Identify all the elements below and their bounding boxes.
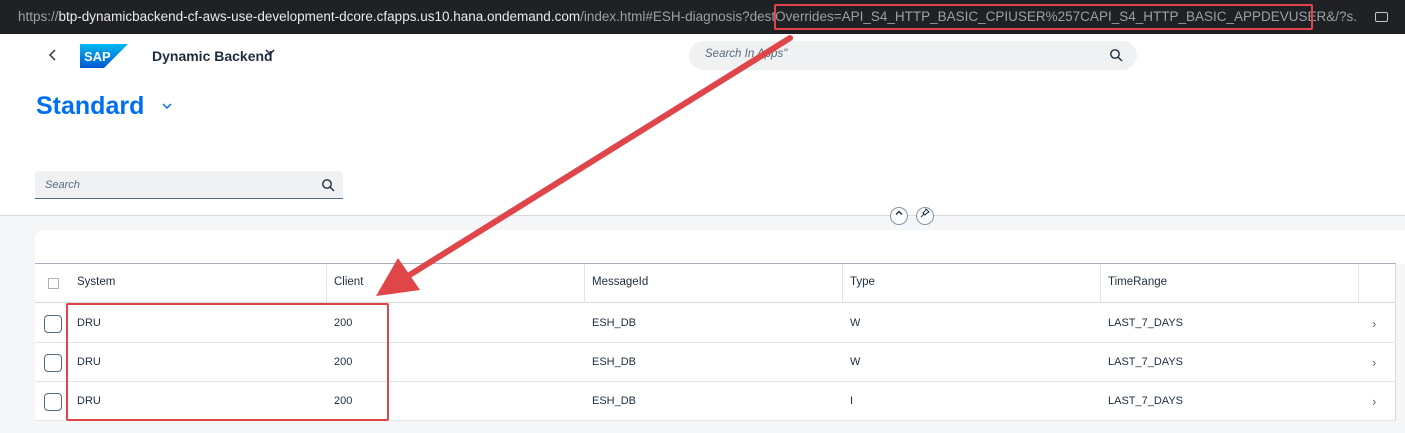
cell-timerange: LAST_7_DAYS [1108, 317, 1184, 329]
sap-logo[interactable]: SAP [80, 44, 128, 68]
url-scheme: https:// [18, 9, 59, 24]
chevron-down-icon[interactable] [265, 47, 275, 60]
app-title[interactable]: Dynamic Backend [152, 48, 273, 64]
cell-messageid: ESH_DB [592, 317, 637, 329]
table-header-row: System Client MessageId Type TimeRange [35, 264, 1396, 303]
back-button[interactable] [44, 46, 62, 64]
cell-type: W [850, 317, 861, 329]
page-header: Standard Search [0, 78, 1405, 215]
filter-search-input[interactable]: Search [35, 171, 343, 199]
collapse-header-button[interactable] [890, 207, 908, 225]
column-header-client[interactable]: Client [328, 264, 585, 302]
table-toolbar [35, 230, 1405, 264]
chevron-up-icon [895, 210, 903, 215]
search-icon[interactable] [321, 178, 335, 192]
pin-header-button[interactable] [916, 207, 934, 225]
cell-timerange: LAST_7_DAYS [1108, 395, 1184, 407]
header-divider [0, 215, 1405, 216]
reading-view-icon[interactable] [1375, 12, 1388, 22]
variant-title[interactable]: Standard [36, 92, 144, 121]
column-header-type[interactable]: Type [844, 264, 1101, 302]
sap-logo-text: SAP [84, 49, 111, 64]
browser-actions [1357, 0, 1405, 34]
column-header-messageid[interactable]: MessageId [586, 264, 843, 302]
url-host: btp-dynamicbackend-cf-aws-use-developmen… [58, 9, 581, 24]
shell-search-placeholder: Search In Apps" [705, 48, 788, 60]
annotation-box-url [774, 4, 1313, 30]
chevron-down-icon[interactable] [162, 100, 172, 114]
row-checkbox[interactable] [44, 315, 62, 333]
row-checkbox[interactable] [44, 354, 62, 372]
select-all-icon[interactable] [48, 278, 59, 289]
cell-messageid: ESH_DB [592, 395, 637, 407]
chevron-right-icon[interactable]: › [1372, 343, 1376, 382]
column-header-timerange[interactable]: TimeRange [1102, 264, 1359, 302]
chevron-left-icon [48, 49, 56, 61]
cell-type: W [850, 356, 861, 368]
shell-bar: SAP Dynamic Backend Search In Apps" [0, 34, 1405, 78]
chevron-right-icon[interactable]: › [1372, 382, 1376, 421]
search-icon[interactable] [1109, 48, 1123, 62]
shell-search-input[interactable]: Search In Apps" [689, 41, 1137, 70]
row-checkbox[interactable] [44, 393, 62, 411]
column-header-system[interactable]: System [71, 264, 327, 302]
annotation-box-system-client [66, 303, 389, 421]
chevron-right-icon[interactable]: › [1372, 304, 1376, 343]
cell-messageid: ESH_DB [592, 356, 637, 368]
cell-type: I [850, 395, 854, 407]
pin-icon [920, 208, 930, 218]
cell-timerange: LAST_7_DAYS [1108, 356, 1184, 368]
filter-search-placeholder: Search [45, 179, 80, 191]
